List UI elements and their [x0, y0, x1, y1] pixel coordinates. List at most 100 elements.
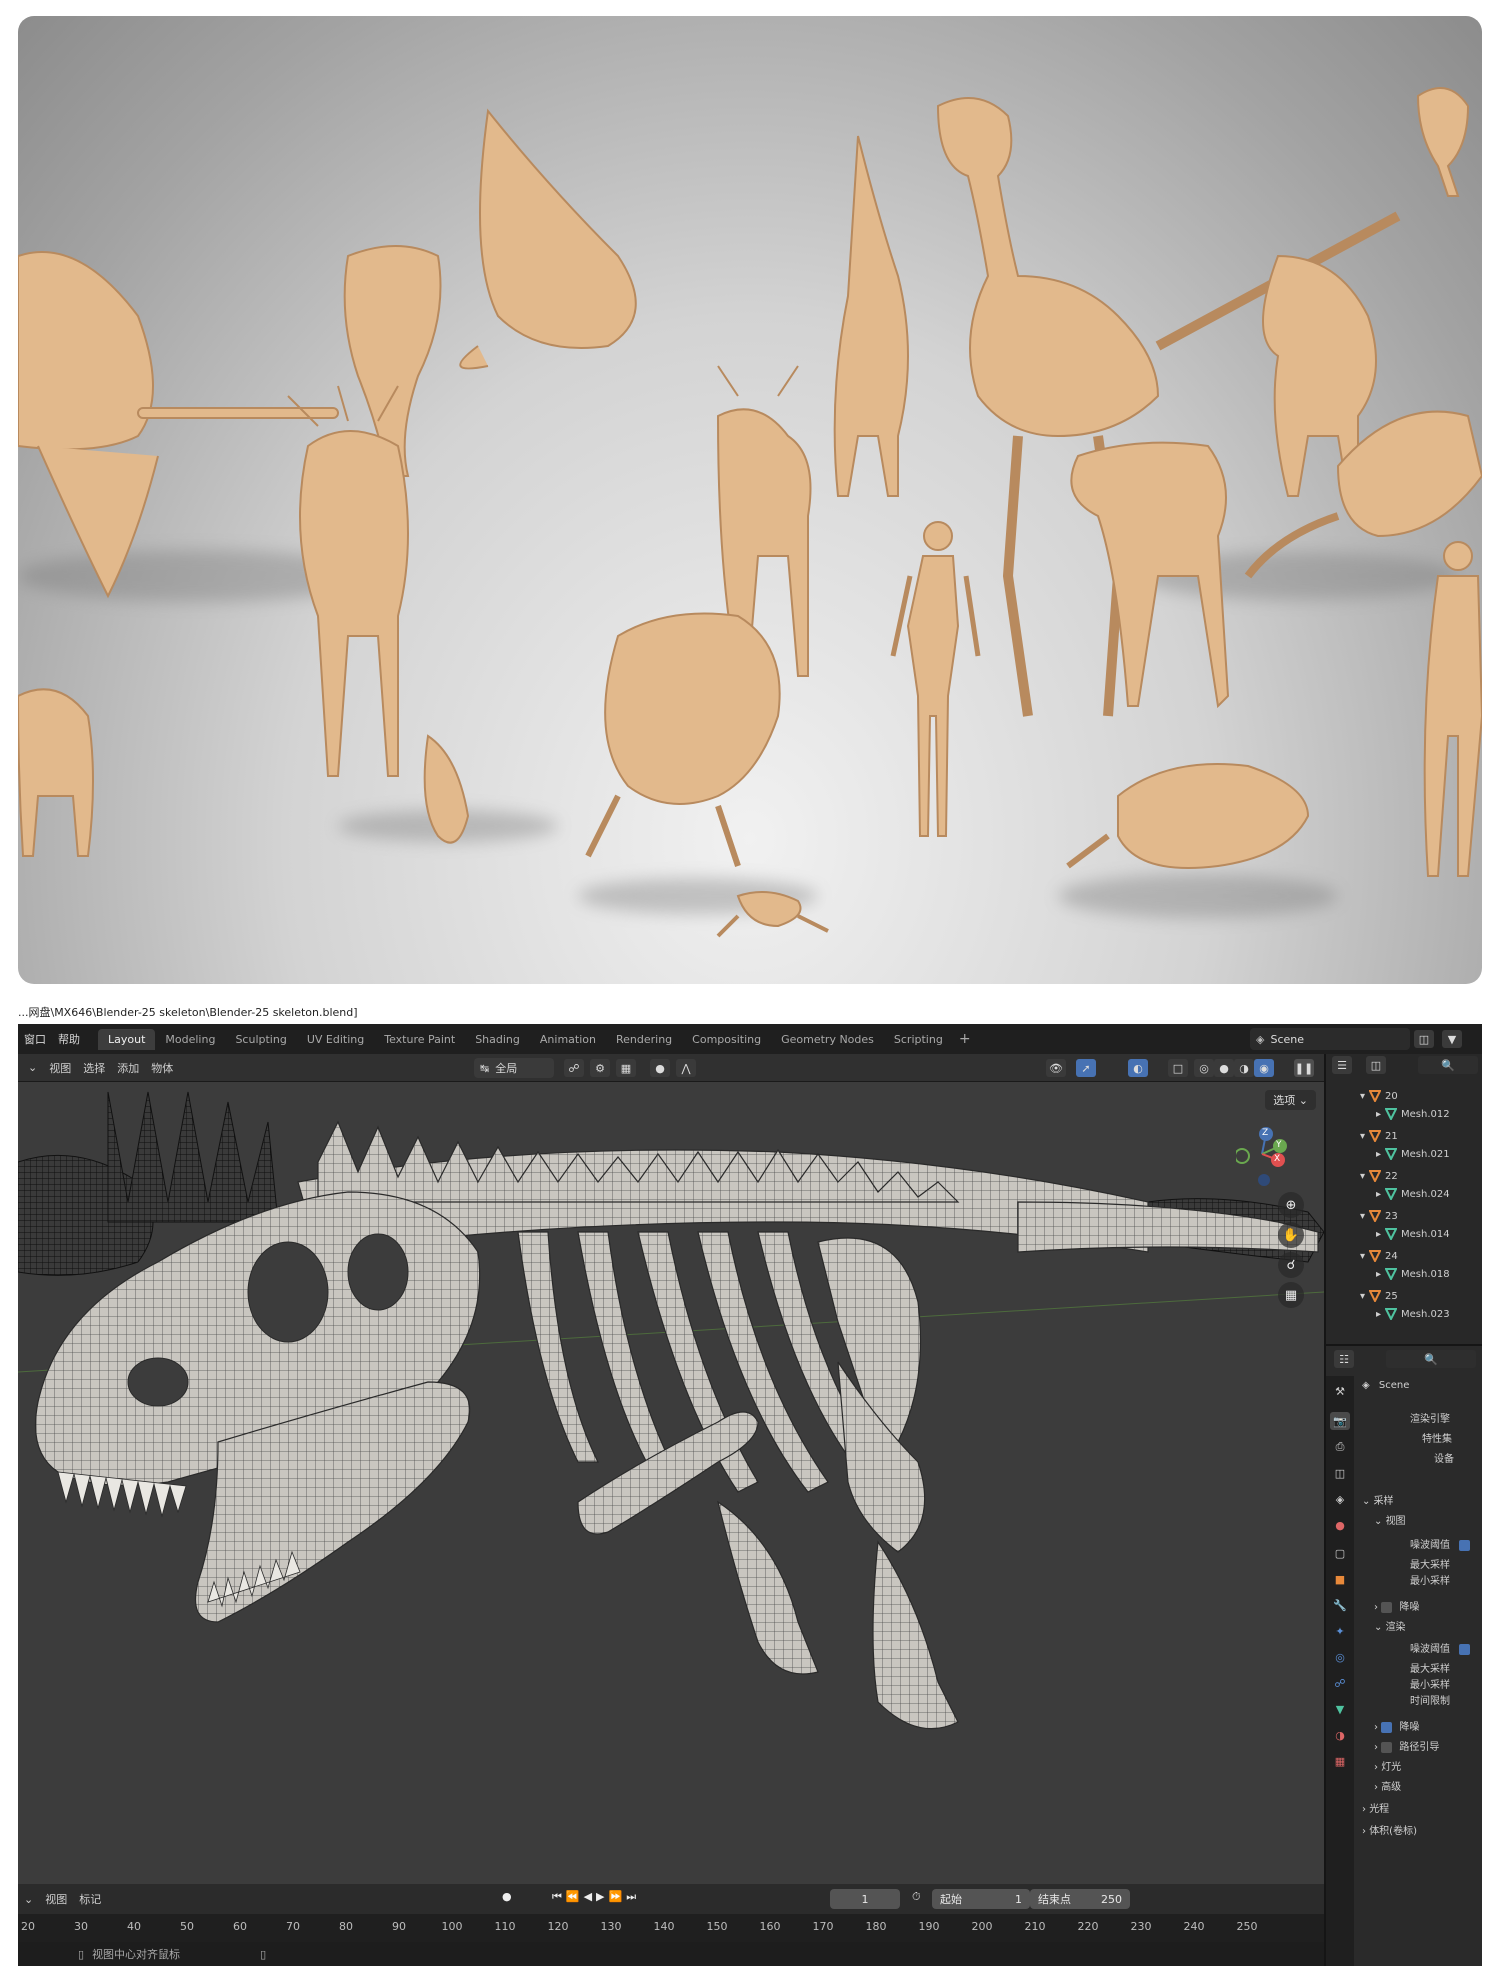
menu-help[interactable]: 帮助 [52, 1031, 86, 1047]
collection-properties-icon[interactable]: ▢ [1330, 1544, 1350, 1562]
texture-checker-icon[interactable]: ▦ [1330, 1752, 1350, 1770]
rendered-shading-icon[interactable]: ◉ [1254, 1059, 1274, 1077]
light-paths-section[interactable]: › 光程 [1362, 1800, 1389, 1815]
visibility-icon[interactable]: 👁 [1046, 1059, 1066, 1077]
menu-object[interactable]: 物体 [145, 1060, 179, 1076]
tab-animation[interactable]: Animation [530, 1029, 606, 1050]
outliner-collection-row[interactable]: ▾ 23 [1360, 1208, 1398, 1224]
render-noise-threshold-row[interactable]: 噪波阈值 [1410, 1640, 1471, 1655]
proportional-edit-icon[interactable]: ● [650, 1059, 670, 1077]
render-subsection[interactable]: ⌄ 渲染 [1374, 1618, 1406, 1633]
outliner-mesh-row[interactable]: ▸ Mesh.024 [1376, 1186, 1450, 1202]
checkbox-unchecked-icon[interactable] [1381, 1741, 1393, 1753]
viewport-noise-threshold-row[interactable]: 噪波阈值 [1410, 1536, 1471, 1551]
pan-hand-icon[interactable]: ✋ [1278, 1222, 1304, 1248]
search-icon[interactable]: 🔍 [1418, 1056, 1478, 1074]
transform-orientation-dropdown[interactable]: ↹ 全局 [474, 1058, 554, 1078]
tab-modeling[interactable]: Modeling [155, 1029, 225, 1050]
solid-shading-icon[interactable]: ● [1214, 1059, 1234, 1077]
physics-icon[interactable]: ◎ [1330, 1648, 1350, 1666]
outliner-mesh-row[interactable]: ▸ Mesh.023 [1376, 1306, 1450, 1322]
editor-type-icon[interactable]: ☷ [1334, 1350, 1354, 1368]
output-properties-icon[interactable]: ⎙ [1330, 1438, 1350, 1456]
mesh-data-icon[interactable]: ▼ [1330, 1700, 1350, 1718]
current-frame-field[interactable]: 1 [830, 1889, 900, 1909]
wireframe-shading-icon[interactable]: ◎ [1194, 1059, 1214, 1077]
camera-view-icon[interactable]: ☌ [1278, 1252, 1304, 1278]
checkbox-checked-icon[interactable] [1459, 1539, 1471, 1551]
tab-sculpting[interactable]: Sculpting [225, 1029, 296, 1050]
render-properties-icon[interactable]: 📷 [1330, 1412, 1350, 1430]
constraints-icon[interactable]: ☍ [1330, 1674, 1350, 1692]
tab-layout[interactable]: Layout [98, 1028, 156, 1050]
start-frame-field[interactable]: 起始 1 [932, 1889, 1030, 1909]
view-layer-dropdown-icon[interactable]: ▼ [1442, 1030, 1462, 1048]
checkbox-checked-icon[interactable] [1459, 1643, 1471, 1655]
modifier-wrench-icon[interactable]: 🔧 [1330, 1596, 1350, 1614]
path-guiding-row[interactable]: › 路径引导 [1374, 1738, 1439, 1753]
outliner-mesh-row[interactable]: ▸ Mesh.012 [1376, 1106, 1450, 1122]
scene-selector[interactable]: ◈ Scene [1250, 1028, 1410, 1050]
viewport-denoise-row[interactable]: › 降噪 [1374, 1598, 1419, 1613]
outliner-collection-row[interactable]: ▾ 25 [1360, 1288, 1398, 1304]
tab-uv-editing[interactable]: UV Editing [297, 1029, 374, 1050]
pivot-icon[interactable]: ☍ [564, 1059, 584, 1077]
chevron-down-icon[interactable]: ⌄ [22, 1061, 43, 1074]
end-frame-field[interactable]: 结束点 250 [1030, 1889, 1130, 1909]
snap-icon[interactable]: ⚙ [590, 1059, 610, 1077]
outliner-collection-row[interactable]: ▾ 22 [1360, 1168, 1398, 1184]
navigation-gizmo[interactable]: Z Y X [1236, 1124, 1300, 1188]
advanced-row[interactable]: › 高级 [1374, 1778, 1401, 1793]
snap-target-icon[interactable]: ▦ [616, 1059, 636, 1077]
3d-viewport[interactable]: 选项 ⌄ Z Y X ⊕ ✋ ☌ ▦ [18, 1082, 1324, 1884]
render-denoise-row[interactable]: › 降噪 [1374, 1718, 1419, 1733]
outliner-mesh-row[interactable]: ▸ Mesh.021 [1376, 1146, 1450, 1162]
display-mode-icon[interactable]: ◫ [1366, 1056, 1386, 1074]
tab-scripting[interactable]: Scripting [884, 1029, 953, 1050]
tab-texture-paint[interactable]: Texture Paint [374, 1029, 465, 1050]
zoom-icon[interactable]: ⊕ [1278, 1192, 1304, 1218]
material-shading-icon[interactable]: ◑ [1234, 1059, 1254, 1077]
outliner-mesh-row[interactable]: ▸ Mesh.018 [1376, 1266, 1450, 1282]
viewport-subsection[interactable]: ⌄ 视图 [1374, 1512, 1406, 1527]
view-layer-icon[interactable]: ◫ [1414, 1030, 1434, 1048]
outliner-collection-row[interactable]: ▾ 20 [1360, 1088, 1398, 1104]
stopwatch-icon[interactable]: ⏱ [912, 1890, 921, 1904]
checkbox-checked-icon[interactable] [1381, 1721, 1393, 1733]
tab-rendering[interactable]: Rendering [606, 1029, 682, 1050]
chevron-down-icon[interactable]: ⌄ [18, 1893, 39, 1906]
playback-controls[interactable]: ⏮⏪◀▶⏩⏭ [552, 1890, 640, 1904]
menu-window[interactable]: 窗口 [18, 1031, 52, 1047]
tool-icon[interactable]: ⚒ [1330, 1382, 1350, 1400]
add-workspace-button[interactable]: + [953, 1031, 977, 1047]
world-properties-icon[interactable]: ● [1330, 1516, 1350, 1534]
falloff-icon[interactable]: ⋀ [676, 1059, 696, 1077]
tab-shading[interactable]: Shading [465, 1029, 530, 1050]
search-icon[interactable]: 🔍 [1386, 1350, 1476, 1368]
object-properties-icon[interactable]: ■ [1330, 1570, 1350, 1588]
perspective-grid-icon[interactable]: ▦ [1278, 1282, 1304, 1308]
gizmo-icon[interactable]: ➚ [1076, 1059, 1096, 1077]
lights-row[interactable]: › 灯光 [1374, 1758, 1401, 1773]
outliner-collection-row[interactable]: ▾ 24 [1360, 1248, 1398, 1264]
timeline-menu-marker[interactable]: 标记 [73, 1891, 107, 1907]
material-icon[interactable]: ◑ [1330, 1726, 1350, 1744]
sampling-section[interactable]: ⌄ 采样 [1362, 1492, 1394, 1507]
outliner-mesh-row[interactable]: ▸ Mesh.014 [1376, 1226, 1450, 1242]
checkbox-unchecked-icon[interactable] [1381, 1601, 1393, 1613]
particles-icon[interactable]: ✦ [1330, 1622, 1350, 1640]
editor-type-icon[interactable]: ☰ [1332, 1056, 1352, 1074]
tab-geometry-nodes[interactable]: Geometry Nodes [771, 1029, 884, 1050]
menu-add[interactable]: 添加 [111, 1060, 145, 1076]
view-layer-icon[interactable]: ◫ [1330, 1464, 1350, 1482]
timeline-ruler[interactable]: 20 30 40 50 60 70 80 90 100 110 120 130 … [18, 1914, 1324, 1942]
tab-compositing[interactable]: Compositing [682, 1029, 771, 1050]
xray-icon[interactable]: □ [1168, 1059, 1188, 1077]
menu-select[interactable]: 选择 [77, 1060, 111, 1076]
keyframe-dot-icon[interactable]: ● [502, 1890, 512, 1903]
timeline-menu-view[interactable]: 视图 [39, 1891, 73, 1907]
volumes-section[interactable]: › 体积(卷标) [1362, 1822, 1417, 1837]
outliner-collection-row[interactable]: ▾ 21 [1360, 1128, 1398, 1144]
menu-view[interactable]: 视图 [43, 1060, 77, 1076]
overlay-icon[interactable]: ◐ [1128, 1059, 1148, 1077]
